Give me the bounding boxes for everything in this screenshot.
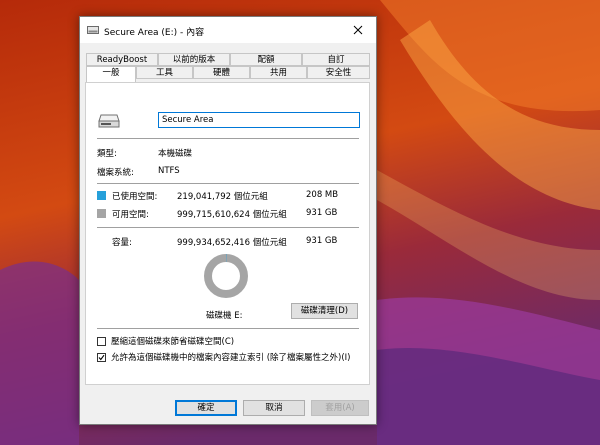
cancel-button[interactable]: 取消 bbox=[243, 400, 305, 416]
tab-sharing[interactable]: 共用 bbox=[250, 66, 307, 79]
index-checkbox[interactable] bbox=[97, 353, 106, 362]
type-label: 類型: bbox=[97, 149, 117, 159]
drive-icon bbox=[98, 114, 120, 128]
used-space-label: 已使用空間: bbox=[112, 192, 158, 202]
ok-button[interactable]: 確定 bbox=[175, 400, 237, 416]
tab-customize[interactable]: 自訂 bbox=[302, 53, 370, 66]
free-space-label: 可用空間: bbox=[112, 210, 149, 220]
used-space-swatch bbox=[97, 191, 106, 200]
close-button[interactable] bbox=[340, 17, 376, 43]
capacity-bytes: 999,934,652,416 個位元組 bbox=[177, 238, 287, 248]
tab-previous-versions[interactable]: 以前的版本 bbox=[158, 53, 230, 66]
tab-hardware[interactable]: 硬體 bbox=[193, 66, 250, 79]
volume-name-input[interactable] bbox=[158, 112, 360, 128]
free-space-size: 931 GB bbox=[306, 208, 338, 218]
title-bar: Secure Area (E:) - 內容 bbox=[80, 17, 376, 43]
free-space-bytes: 999,715,610,624 個位元組 bbox=[177, 210, 287, 220]
filesystem-value: NTFS bbox=[158, 166, 180, 176]
donut-free-ring bbox=[204, 254, 248, 298]
properties-dialog: Secure Area (E:) - 內容 ReadyBoost 以前的版本 配… bbox=[79, 16, 377, 425]
free-space-swatch bbox=[97, 209, 106, 218]
type-value: 本機磁碟 bbox=[158, 149, 193, 159]
tab-quota[interactable]: 配額 bbox=[230, 53, 302, 66]
tab-security[interactable]: 安全性 bbox=[307, 66, 370, 79]
disk-usage-donut bbox=[204, 254, 248, 298]
capacity-label: 容量: bbox=[112, 238, 132, 248]
drive-icon bbox=[87, 26, 99, 34]
index-label: 允許為這個磁碟機中的檔案內容建立索引 (除了檔案屬性之外)(I) bbox=[111, 353, 351, 363]
checkmark-icon bbox=[98, 354, 105, 361]
tab-readyboost[interactable]: ReadyBoost bbox=[86, 53, 158, 66]
drive-letter-label: 磁碟機 E: bbox=[206, 311, 243, 321]
divider bbox=[97, 183, 359, 184]
divider bbox=[97, 227, 359, 228]
tab-tools[interactable]: 工具 bbox=[136, 66, 193, 79]
used-space-bytes: 219,041,792 個位元組 bbox=[177, 192, 268, 202]
divider bbox=[97, 328, 359, 329]
apply-button[interactable]: 套用(A) bbox=[311, 400, 369, 416]
compress-checkbox[interactable] bbox=[97, 337, 106, 346]
disk-cleanup-button[interactable]: 磁碟清理(D) bbox=[291, 303, 358, 319]
used-space-size: 208 MB bbox=[306, 190, 339, 200]
general-tab-panel: 類型: 本機磁碟 檔案系統: NTFS 已使用空間: 219,041,792 個… bbox=[85, 82, 370, 385]
window-title: Secure Area (E:) - 內容 bbox=[104, 28, 205, 38]
divider bbox=[97, 138, 359, 139]
filesystem-label: 檔案系統: bbox=[97, 168, 134, 178]
compress-label: 壓縮這個磁碟來節省磁碟空間(C) bbox=[111, 337, 235, 347]
capacity-size: 931 GB bbox=[306, 236, 338, 246]
tab-general[interactable]: 一般 bbox=[86, 66, 136, 82]
close-icon bbox=[353, 25, 363, 35]
